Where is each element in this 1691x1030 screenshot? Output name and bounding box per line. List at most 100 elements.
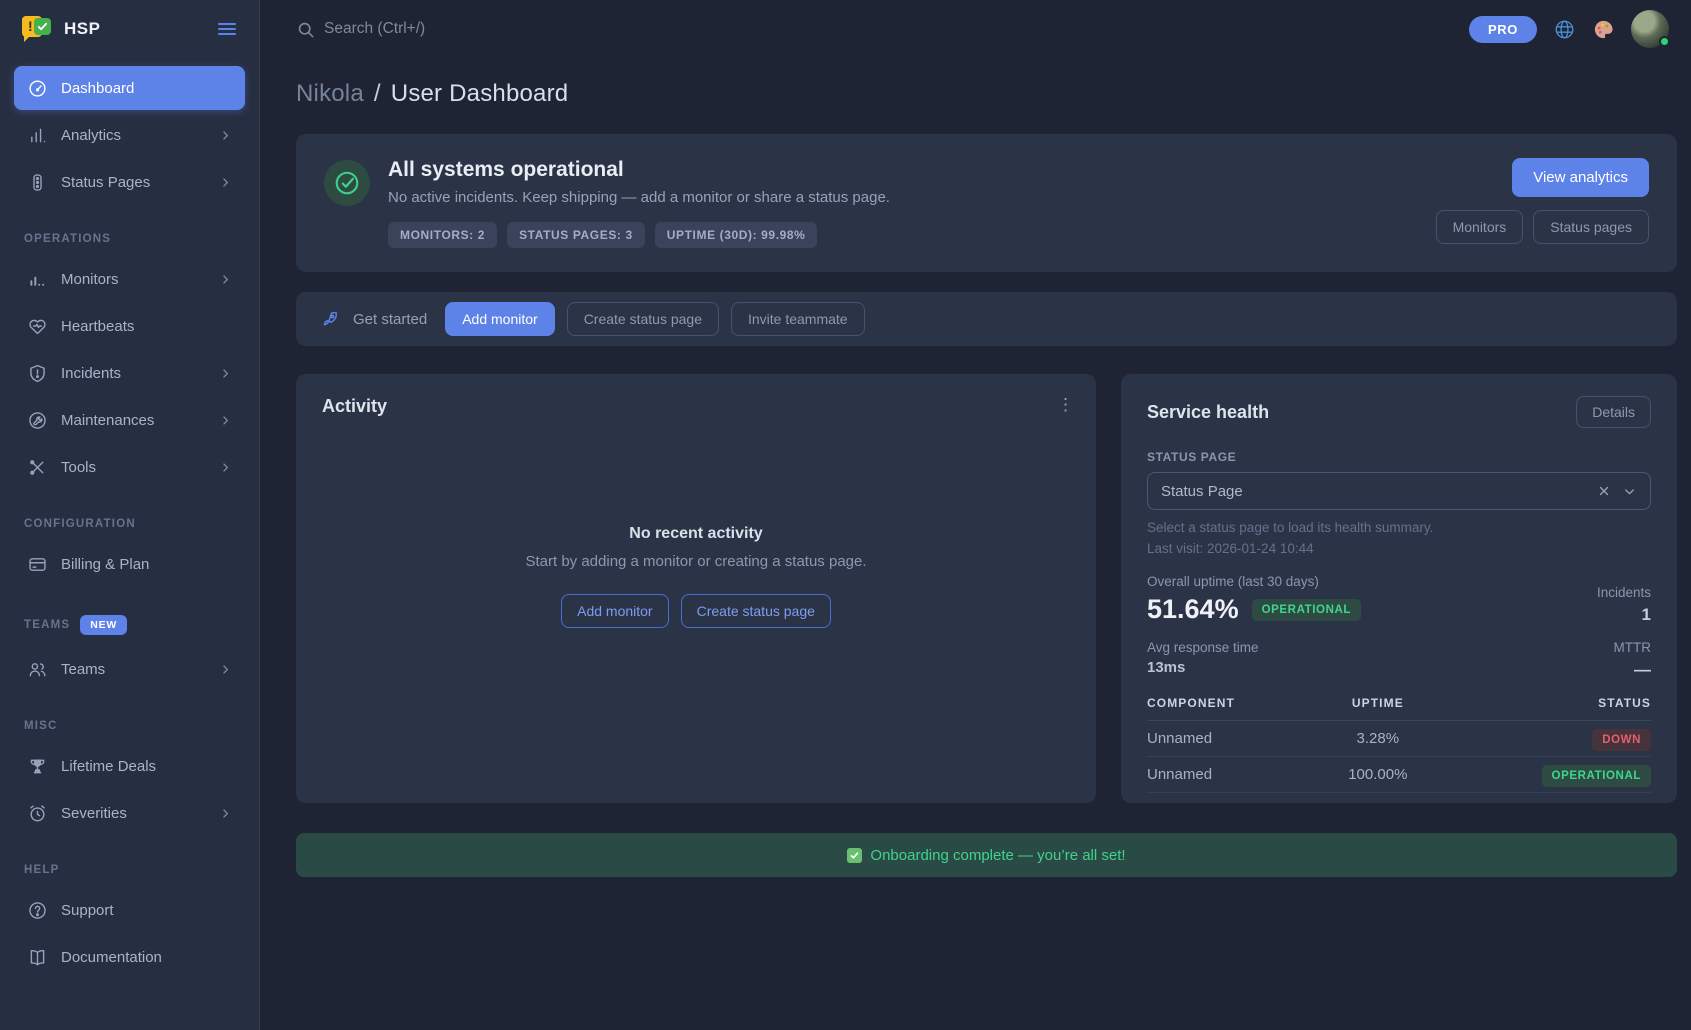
section-label: HELP xyxy=(24,864,59,876)
sidebar-item-label: Tools xyxy=(61,459,205,476)
add-monitor-button[interactable]: Add monitor xyxy=(445,302,554,336)
component-uptime: 100.00% xyxy=(1320,757,1436,793)
sidebar-section-header: OPERATIONS xyxy=(0,207,259,257)
view-analytics-button[interactable]: View analytics xyxy=(1512,158,1649,197)
sidebar-item-label: Teams xyxy=(61,661,205,678)
theme-palette-icon[interactable] xyxy=(1592,18,1615,41)
sidebar-item-label: Incidents xyxy=(61,365,205,382)
user-avatar[interactable] xyxy=(1631,10,1669,48)
status-page-select[interactable]: Status Page xyxy=(1147,472,1651,510)
hero-secondary-buttons: Monitors Status pages xyxy=(1436,210,1649,244)
status-pages-icon xyxy=(26,172,48,193)
status-badge: DOWN xyxy=(1592,729,1651,751)
invite-teammate-button[interactable]: Invite teammate xyxy=(731,302,865,336)
sidebar-item-label: Lifetime Deals xyxy=(61,758,233,775)
sidebar-item-label: Dashboard xyxy=(61,80,233,97)
logo-row: HSP xyxy=(0,0,259,58)
search-input[interactable]: Search (Ctrl+/) xyxy=(296,20,1469,39)
activity-empty-state: No recent activity Start by adding a mon… xyxy=(322,417,1070,781)
service-health-card: Service health Details STATUS PAGE Statu… xyxy=(1121,374,1677,803)
trophy-icon xyxy=(26,756,48,777)
maintenances-icon xyxy=(26,410,48,431)
get-started-bar: Get started Add monitor Create status pag… xyxy=(296,292,1677,346)
sidebar-section-header: MISC xyxy=(0,694,259,744)
sidebar-item-severities[interactable]: Severities xyxy=(14,791,245,835)
sidebar-item-label: Analytics xyxy=(61,127,205,144)
avg-response-value: 13ms xyxy=(1147,659,1259,676)
sidebar-item-support[interactable]: Support xyxy=(14,888,245,932)
components-table: COMPONENTUPTIMESTATUS Unnamed3.28%DOWNUn… xyxy=(1147,696,1651,793)
sidebar-item-incidents[interactable]: Incidents xyxy=(14,351,245,395)
alarm-icon xyxy=(26,803,48,824)
hero-stat-chip: STATUS PAGES: 3 xyxy=(507,222,645,248)
component-name: Unnamed xyxy=(1147,721,1320,757)
details-button[interactable]: Details xyxy=(1576,396,1651,428)
menu-toggle-icon[interactable] xyxy=(215,17,239,41)
monitors-button[interactable]: Monitors xyxy=(1436,210,1524,244)
breadcrumb-parent[interactable]: Nikola xyxy=(296,80,364,107)
heartbeats-icon xyxy=(26,316,48,337)
table-header: COMPONENT xyxy=(1147,696,1320,721)
create-status-page-button[interactable]: Create status page xyxy=(567,302,719,336)
chevron-right-icon xyxy=(218,272,233,287)
status-badge: OPERATIONAL xyxy=(1542,765,1651,787)
search-icon xyxy=(296,20,315,39)
sidebar-item-lifetime-deals[interactable]: Lifetime Deals xyxy=(14,744,245,788)
create-status-page-button[interactable]: Create status page xyxy=(681,594,831,628)
status-page-select-value: Status Page xyxy=(1161,483,1597,500)
plan-badge[interactable]: PRO xyxy=(1469,16,1537,43)
select-helper-text: Select a status page to load its health … xyxy=(1147,520,1651,535)
brand-name: HSP xyxy=(64,19,203,39)
incidents-value: 1 xyxy=(1597,605,1651,625)
add-monitor-button[interactable]: Add monitor xyxy=(561,594,668,628)
chevron-down-icon[interactable] xyxy=(1622,484,1637,499)
get-started-label: Get started xyxy=(353,311,427,328)
sidebar-item-billing-plan[interactable]: Billing & Plan xyxy=(14,542,245,586)
component-name: Unnamed xyxy=(1147,757,1320,793)
sidebar-item-analytics[interactable]: Analytics xyxy=(14,113,245,157)
status-pages-button[interactable]: Status pages xyxy=(1533,210,1649,244)
sidebar-item-teams[interactable]: Teams xyxy=(14,647,245,691)
logo-check-icon xyxy=(34,18,51,35)
sidebar-nav: Dashboard Analytics Status PagesOPERATIONS… xyxy=(0,58,259,979)
component-status: OPERATIONAL xyxy=(1436,757,1651,793)
clear-selection-icon[interactable] xyxy=(1597,484,1611,498)
app-root: HSP DashboardAnalyticsStatus PagesOPERAT… xyxy=(0,0,1691,1030)
kebab-menu-icon[interactable]: ⋮ xyxy=(1057,396,1074,413)
get-started-buttons: Add monitor Create status page Invite team… xyxy=(445,302,864,336)
chevron-right-icon xyxy=(218,413,233,428)
service-health-title: Service health xyxy=(1147,402,1269,423)
sidebar-item-documentation[interactable]: Documentation xyxy=(14,935,245,979)
banner-text: Onboarding complete — you’re all set! xyxy=(870,847,1125,864)
sidebar-item-monitors[interactable]: Monitors xyxy=(14,257,245,301)
activity-buttons: Add monitor Create status page xyxy=(561,594,831,628)
sidebar-section-header: CONFIGURATION xyxy=(0,492,259,542)
tools-icon xyxy=(26,457,48,478)
chevron-right-icon xyxy=(218,806,233,821)
topbar: Search (Ctrl+/) PRO xyxy=(260,0,1691,58)
section-label: CONFIGURATION xyxy=(24,518,136,530)
uptime-status-badge: OPERATIONAL xyxy=(1252,599,1361,621)
sidebar-item-label: Heartbeats xyxy=(61,318,233,335)
sidebar-item-heartbeats[interactable]: Heartbeats xyxy=(14,304,245,348)
page-title: User Dashboard xyxy=(391,80,569,107)
sidebar-item-tools[interactable]: Tools xyxy=(14,445,245,489)
sidebar-item-label: Support xyxy=(61,902,233,919)
sidebar-item-maintenances[interactable]: Maintenances xyxy=(14,398,245,442)
chevron-right-icon xyxy=(218,366,233,381)
app-logo-icon[interactable] xyxy=(22,15,52,43)
billing-icon xyxy=(26,554,48,575)
sidebar-item-status-pages[interactable]: Status Pages xyxy=(14,160,245,204)
table-header-row: COMPONENTUPTIMESTATUS xyxy=(1147,696,1651,721)
table-header: UPTIME xyxy=(1320,696,1436,721)
table-row: Unnamed100.00% OPERATIONAL xyxy=(1147,757,1651,793)
sidebar-item-label: Documentation xyxy=(61,949,233,966)
component-uptime: 3.28% xyxy=(1320,721,1436,757)
search-placeholder: Search (Ctrl+/) xyxy=(324,20,425,38)
sidebar-item-label: Maintenances xyxy=(61,412,205,429)
table-row: Unnamed3.28% DOWN xyxy=(1147,721,1651,757)
monitors-icon xyxy=(26,269,48,290)
language-globe-icon[interactable] xyxy=(1553,18,1576,41)
sidebar-item-dashboard[interactable]: Dashboard xyxy=(14,66,245,110)
online-status-dot xyxy=(1659,36,1670,47)
